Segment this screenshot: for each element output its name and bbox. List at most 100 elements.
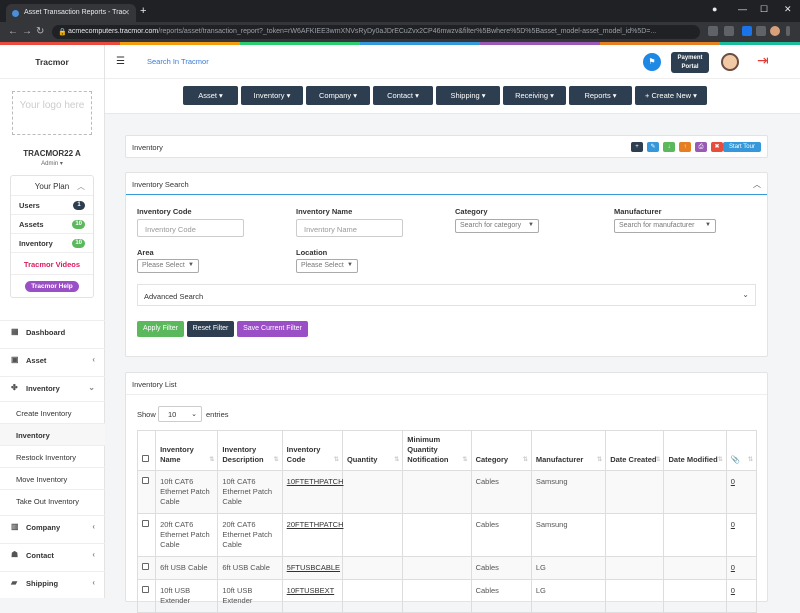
panel-header[interactable]: Inventory Search ︿ [126,173,767,195]
plan-item-users[interactable]: Users 1 [11,196,93,215]
sub-take-out-inventory[interactable]: Take Out Inventory [0,489,105,511]
add-icon[interactable]: + [631,142,643,152]
start-tour-button[interactable]: Start Tour [723,142,761,152]
url-field[interactable]: 🔒 acmecomputers.tracmor.com/reports/asse… [52,25,700,39]
nav-asset[interactable]: ▣ Asset ‹ [0,348,105,370]
table-row[interactable]: 10ft USB Extender 10ft USB Extender 10FT… [136,579,758,613]
column-header[interactable]: Inventory Code ⇅ [281,430,343,471]
column-header[interactable]: Date Created ⇅ [605,430,665,471]
hamburger-menu-icon[interactable]: ☰ [116,56,125,67]
column-header[interactable]: Inventory Name ⇅ [155,430,219,471]
nav-company[interactable]: ▥ Company ‹ [0,515,105,537]
menu-create-new[interactable]: + Create New ▾ [635,86,707,105]
payment-portal-button[interactable]: Payment Portal [671,52,709,73]
tracmor-help-button[interactable]: Tracmor Help [25,281,79,292]
logo-placeholder[interactable]: Your logo here [12,91,92,135]
nav-shipping[interactable]: ▰ Shipping ‹ [0,571,105,593]
nav-label: Shipping [26,579,59,588]
table-row[interactable]: 10ft CAT6 Ethernet Patch Cable 10ft CAT6… [136,470,758,514]
menu-asset[interactable]: Asset ▾ [183,86,238,105]
attachment-column-header[interactable]: 📎 ⇅ [725,430,758,471]
forward-icon[interactable]: → [22,26,32,37]
logout-icon[interactable]: ⇥ [757,52,777,72]
column-header[interactable]: Quantity ⇅ [341,430,404,471]
nav-dashboard[interactable]: ▦ Dashboard [0,320,105,342]
avatar[interactable] [721,53,739,71]
inventory-code-link[interactable]: 10FTUSBEXT [287,586,335,595]
select-all-checkbox[interactable] [142,455,149,462]
table-row[interactable]: 20ft CAT6 Ethernet Patch Cable 20ft CAT6… [136,513,758,557]
attachments-link[interactable]: 0 [731,477,735,486]
flag-icon[interactable]: ⚑ [643,53,661,71]
save-filter-button[interactable]: Save Current Filter [237,321,308,337]
row-checkbox[interactable] [142,586,149,593]
inventory-code-link[interactable]: 5FTUSBCABLE [287,563,340,572]
role-dropdown[interactable]: Admin ▾ [0,160,104,167]
upload-icon[interactable]: ↑ [679,142,691,152]
menu-receiving[interactable]: Receiving ▾ [503,86,566,105]
profile-icon[interactable] [770,26,780,36]
nav-inventory[interactable]: ✤ Inventory ⌄ [0,376,105,398]
attachments-link[interactable]: 0 [731,586,735,595]
area-select[interactable]: Please Select ▼ [137,259,199,273]
sub-inventory[interactable]: Inventory [0,423,105,445]
menu-contact[interactable]: Contact ▾ [373,86,433,105]
download-icon[interactable]: ↓ [663,142,675,152]
chevron-up-icon[interactable]: ︿ [77,181,85,192]
attachments-link[interactable]: 0 [731,520,735,529]
sub-move-inventory[interactable]: Move Inventory [0,467,105,489]
reload-icon[interactable]: ↻ [36,26,44,37]
tracmor-videos-link[interactable]: Tracmor Videos [11,253,93,275]
row-checkbox[interactable] [142,477,149,484]
zoom-icon[interactable] [708,26,718,36]
back-icon[interactable]: ← [8,26,18,37]
manufacturer-select[interactable]: Search for manufacturer ▼ [614,219,716,233]
nav-contact[interactable]: ☗ Contact ‹ [0,543,105,565]
plan-item-assets[interactable]: Assets 10 [11,215,93,234]
sub-restock-inventory[interactable]: Restock Inventory [0,445,105,467]
extension-icon[interactable] [742,26,752,36]
category-select[interactable]: Search for category ▼ [455,219,539,233]
brand-name[interactable]: Tracmor [0,45,104,79]
location-select[interactable]: Please Select ▼ [296,259,358,273]
delete-icon[interactable]: ✖ [711,142,723,152]
bookmark-star-icon[interactable] [724,26,734,36]
column-header[interactable]: Minimum Quantity Notification ⇅ [402,430,472,471]
browser-tab[interactable]: Asset Transaction Reports - Trac ✕ [6,4,136,22]
tab-close-icon[interactable]: ✕ [123,8,130,17]
inventory-code-link[interactable]: 10FTETHPATCH [287,477,344,486]
column-header[interactable]: Manufacturer ⇅ [530,430,607,471]
apply-filter-button[interactable]: Apply Filter [137,321,184,337]
plan-item-inventory[interactable]: Inventory 10 [11,234,93,253]
column-header[interactable]: Category ⇅ [470,430,532,471]
media-icon[interactable]: ● [712,4,717,14]
menu-shipping[interactable]: Shipping ▾ [436,86,500,105]
inventory-code-link[interactable]: 20FTETHPATCH [287,520,344,529]
entries-select[interactable]: 10 ⌄ [158,406,202,422]
menu-inventory[interactable]: Inventory ▾ [241,86,303,105]
minimize-icon[interactable]: — [738,4,747,14]
advanced-search-toggle[interactable]: Advanced Search ⌄ [137,284,756,306]
print-icon[interactable]: ⎙ [695,142,707,152]
chevron-up-icon[interactable]: ︿ [753,179,761,190]
inventory-code-input[interactable]: Inventory Code [137,219,244,237]
table-row[interactable]: 6ft USB Cable 6ft USB Cable 5FTUSBCABLE … [136,556,758,580]
extensions-puzzle-icon[interactable] [756,26,766,36]
reset-filter-button[interactable]: Reset Filter [187,321,234,337]
new-tab-icon[interactable]: + [140,5,146,17]
column-header[interactable]: Date Modified ⇅ [663,430,727,471]
row-checkbox[interactable] [142,563,149,570]
row-checkbox[interactable] [142,520,149,527]
maximize-icon[interactable]: ☐ [760,4,768,15]
menu-reports[interactable]: Reports ▾ [569,86,632,105]
browser-menu-icon[interactable] [786,26,790,36]
inventory-name-input[interactable]: Inventory Name [296,219,403,237]
menu-company[interactable]: Company ▾ [306,86,370,105]
sub-create-inventory[interactable]: Create Inventory [0,401,105,423]
column-header[interactable]: Inventory Description ⇅ [217,430,283,471]
search-link[interactable]: Search In Tracmor [147,57,209,66]
attachments-link[interactable]: 0 [731,563,735,572]
plan-header[interactable]: Your Plan ︿ [11,176,93,196]
window-close-icon[interactable]: ✕ [784,4,792,15]
edit-icon[interactable]: ✎ [647,142,659,152]
